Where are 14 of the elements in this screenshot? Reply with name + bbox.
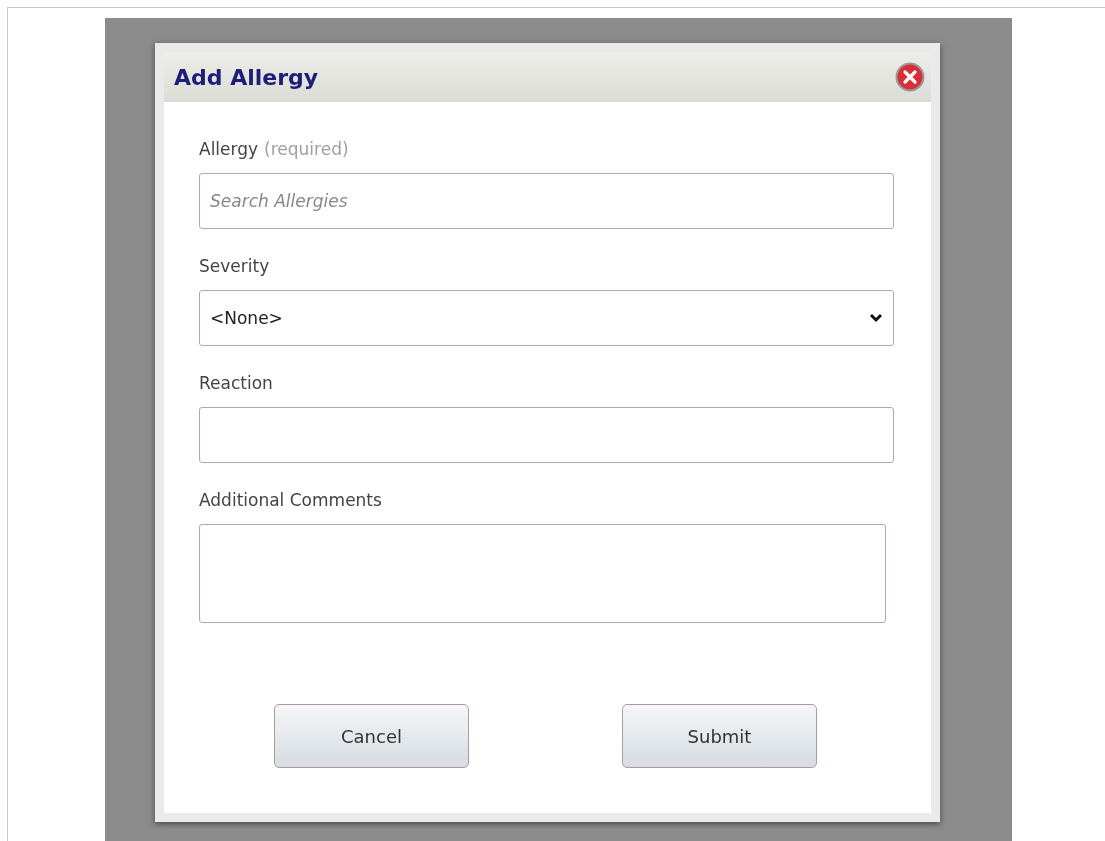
dialog-button[interactable]: Cancel (274, 704, 469, 768)
input-field[interactable] (199, 407, 894, 463)
field-label: Allergy (199, 139, 259, 159)
field-label: Severity (199, 256, 270, 276)
required-hint: (required) (264, 139, 349, 159)
chevron-down-icon (869, 313, 883, 323)
close-icon[interactable] (895, 62, 925, 92)
textarea-field[interactable] (199, 524, 886, 623)
field-label: Additional Comments (199, 490, 382, 510)
dialog-button[interactable]: Submit (622, 704, 817, 768)
dialog-title: Add Allergy (174, 64, 319, 90)
field-label: Reaction (199, 373, 273, 393)
dropdown-field[interactable]: <None> (199, 290, 894, 346)
search-field[interactable]: Search Allergies (199, 173, 894, 229)
